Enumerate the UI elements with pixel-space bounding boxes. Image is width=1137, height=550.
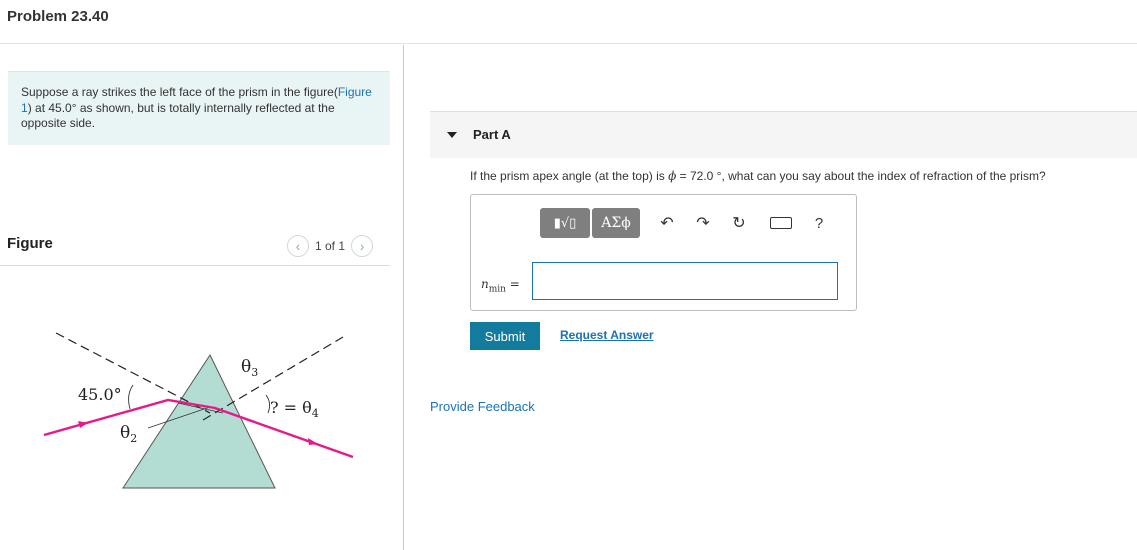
submit-button[interactable]: Submit <box>470 322 540 350</box>
request-answer-link[interactable]: Request Answer <box>560 328 654 342</box>
greek-symbols-button[interactable]: ΑΣϕ <box>592 208 640 238</box>
pager-text: 1 of 1 <box>315 239 346 253</box>
figure-pager: ‹ 1 of 1 › <box>287 235 374 257</box>
figure-label: Figure <box>7 235 53 252</box>
chevron-left-icon[interactable]: ‹ <box>287 235 309 257</box>
answer-input[interactable] <box>532 262 838 300</box>
problem-intro: Suppose a ray strikes the left face of t… <box>8 71 390 145</box>
part-a-header[interactable]: Part A <box>430 111 1137 158</box>
keyboard-icon[interactable] <box>770 217 792 229</box>
answer-box: ▮√▯ ΑΣϕ ↶ ↷ ↻ ? nmin = <box>470 194 857 311</box>
ray-arrow-2 <box>308 438 318 445</box>
help-button[interactable]: ? <box>810 215 828 232</box>
part-label: Part A <box>473 127 511 142</box>
math-toolbar: ▮√▯ ΑΣϕ ↶ ↷ ↻ ? <box>540 208 828 238</box>
caret-down-icon[interactable] <box>447 132 457 138</box>
reset-icon[interactable]: ↻ <box>730 213 748 233</box>
top-bar: Problem 23.40 <box>0 0 1137 44</box>
question-text: If the prism apex angle (at the top) is … <box>470 169 1046 183</box>
undo-icon[interactable]: ↶ <box>658 213 676 233</box>
label-45: 45.0° <box>78 385 122 404</box>
figure-header: Figure ‹ 1 of 1 › <box>0 233 390 266</box>
prism-figure: 45.0° θ2 θ3 ? = θ4 <box>43 332 354 489</box>
redo-icon[interactable]: ↷ <box>694 213 712 233</box>
label-theta4: ? = θ4 <box>270 398 319 420</box>
label-theta3: θ3 <box>241 357 258 379</box>
intro-text-after: ) at 45.0° as shown, but is totally inte… <box>21 100 335 131</box>
templates-button[interactable]: ▮√▯ <box>540 208 590 238</box>
label-theta2: θ2 <box>120 423 137 445</box>
right-pane: Part A If the prism apex angle (at the t… <box>404 45 1137 550</box>
intro-text-before: Suppose a ray strikes the left face of t… <box>21 85 338 99</box>
problem-title: Problem 23.40 <box>7 8 109 25</box>
variable-label: nmin = <box>481 277 520 295</box>
provide-feedback-link[interactable]: Provide Feedback <box>430 399 535 414</box>
arc-incident <box>128 384 134 410</box>
chevron-right-icon[interactable]: › <box>351 235 374 257</box>
